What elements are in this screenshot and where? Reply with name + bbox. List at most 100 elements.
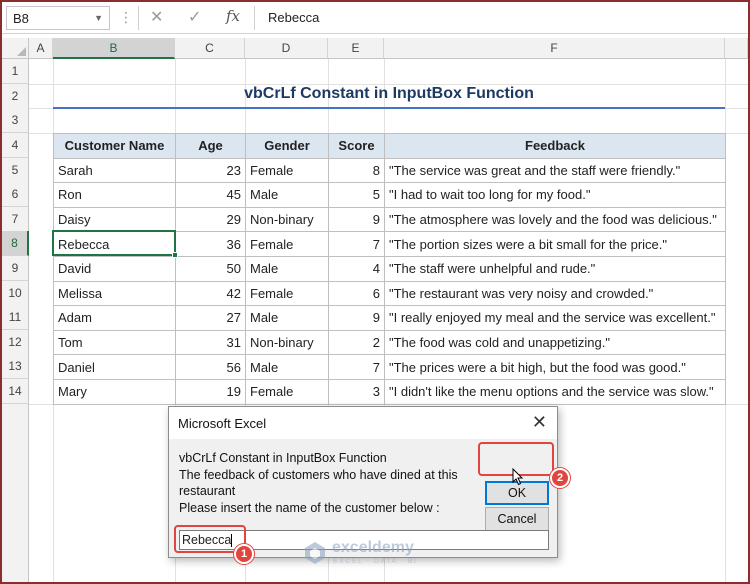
cell-gender[interactable]: Male: [245, 182, 329, 208]
cell-age[interactable]: 19: [175, 378, 246, 405]
cell-score[interactable]: 7: [328, 231, 385, 257]
cell-feedback[interactable]: "The service was great and the staff wer…: [384, 157, 726, 184]
cell-feedback[interactable]: "The atmosphere was lovely and the food …: [384, 206, 726, 233]
select-all-corner[interactable]: [2, 38, 29, 59]
row-header-9[interactable]: 9: [2, 256, 29, 281]
formula-input[interactable]: Rebecca: [258, 6, 746, 30]
dialog-titlebar[interactable]: Microsoft Excel ✕: [169, 407, 557, 439]
cell-score[interactable]: 9: [328, 305, 385, 331]
cell-gender[interactable]: Male: [245, 354, 329, 380]
cell-customer-name[interactable]: Daniel: [53, 354, 176, 380]
cancel-icon[interactable]: ✕: [150, 7, 163, 27]
cell-age[interactable]: 36: [175, 231, 246, 257]
prompt-line: Please insert the name of the customer b…: [179, 500, 440, 515]
cell-customer-name[interactable]: Adam: [53, 305, 176, 331]
table-row: Daniel 56 Male 7 "The prices were a bit high…: [53, 354, 726, 380]
row-header-7[interactable]: 7: [2, 207, 29, 232]
cell-feedback[interactable]: "The food was cold and unappetizing.": [384, 329, 726, 356]
cell-age[interactable]: 56: [175, 354, 246, 380]
row-header-13[interactable]: 13: [2, 354, 29, 379]
cell-age[interactable]: 29: [175, 206, 246, 233]
sheet-title[interactable]: vbCrLf Constant in InputBox Function: [53, 85, 725, 107]
divider: [254, 6, 255, 30]
cell-score[interactable]: 6: [328, 280, 385, 307]
table-row: Ron 45 Male 5 "I had to wait too long for my…: [53, 182, 726, 208]
cell-customer-name[interactable]: Sarah: [53, 157, 176, 184]
row-header-12[interactable]: 12: [2, 330, 29, 355]
title-underline: [53, 107, 725, 109]
cell-feedback[interactable]: "I really enjoyed my meal and the servic…: [384, 305, 726, 331]
cell-customer-name[interactable]: Rebecca: [53, 231, 176, 257]
row-header-10[interactable]: 10: [2, 281, 29, 306]
cell-feedback[interactable]: "I had to wait too long for my food.": [384, 182, 726, 208]
table-row: Tom 31 Non-binary 2 "The food was cold and u…: [53, 329, 726, 356]
column-header-d[interactable]: D: [245, 38, 328, 59]
fx-icon[interactable]: fx: [226, 7, 240, 25]
cell-gender[interactable]: Male: [245, 305, 329, 331]
close-icon[interactable]: ✕: [532, 412, 547, 433]
cell-age[interactable]: 27: [175, 305, 246, 331]
cell-age[interactable]: 42: [175, 280, 246, 307]
cell-age[interactable]: 31: [175, 329, 246, 356]
enter-icon[interactable]: ✓: [188, 7, 201, 27]
table-row: Melissa 42 Female 6 "The restaurant was very…: [53, 280, 726, 307]
header-age[interactable]: Age: [175, 133, 246, 159]
cell-gender[interactable]: Non-binary: [245, 329, 329, 356]
cell-gender[interactable]: Female: [245, 157, 329, 184]
cell-gender[interactable]: Non-binary: [245, 206, 329, 233]
row-header-2[interactable]: 2: [2, 84, 29, 109]
cell-gender[interactable]: Female: [245, 280, 329, 307]
row-header-4[interactable]: 4: [2, 133, 29, 158]
cell-age[interactable]: 50: [175, 255, 246, 282]
drag-handle-icon[interactable]: ⋮: [119, 9, 133, 26]
cell-customer-name[interactable]: Melissa: [53, 280, 176, 307]
cell-gender[interactable]: Male: [245, 255, 329, 282]
cell-feedback[interactable]: "The staff were unhelpful and rude.": [384, 255, 726, 282]
cell-feedback[interactable]: "The prices were a bit high, but the foo…: [384, 354, 726, 380]
row-header-5[interactable]: 5: [2, 158, 29, 183]
header-gender[interactable]: Gender: [245, 133, 329, 159]
input-box-dialog: Microsoft Excel ✕ vbCrLf Constant in Inp…: [168, 406, 558, 558]
cell-customer-name[interactable]: Daisy: [53, 206, 176, 233]
cell-age[interactable]: 23: [175, 157, 246, 184]
row-header-3[interactable]: 3: [2, 108, 29, 133]
column-header-a[interactable]: A: [29, 38, 53, 59]
fill-handle[interactable]: [172, 252, 178, 258]
cell-feedback[interactable]: "The portion sizes were a bit small for …: [384, 231, 726, 257]
column-header-c[interactable]: C: [175, 38, 245, 59]
row-header-1[interactable]: 1: [2, 59, 29, 84]
cell-score[interactable]: 2: [328, 329, 385, 356]
column-header-empty[interactable]: [725, 38, 748, 59]
cell-gender[interactable]: Female: [245, 231, 329, 257]
column-header-f[interactable]: F: [384, 38, 725, 59]
cell-score[interactable]: 9: [328, 206, 385, 233]
cell-feedback[interactable]: "The restaurant was very noisy and crowd…: [384, 280, 726, 307]
table-row: Adam 27 Male 9 "I really enjoyed my meal and…: [53, 305, 726, 331]
cell-customer-name[interactable]: Ron: [53, 182, 176, 208]
row-header-11[interactable]: 11: [2, 305, 29, 330]
cell-score[interactable]: 4: [328, 255, 385, 282]
cell-score[interactable]: 5: [328, 182, 385, 208]
header-feedback[interactable]: Feedback: [384, 133, 726, 159]
cell-age[interactable]: 45: [175, 182, 246, 208]
cell-score[interactable]: 7: [328, 354, 385, 380]
table-row: Sarah 23 Female 8 "The service was great and…: [53, 157, 726, 184]
header-score[interactable]: Score: [328, 133, 385, 159]
row-header-8[interactable]: 8: [2, 231, 29, 256]
column-header-e[interactable]: E: [328, 38, 384, 59]
chevron-down-icon[interactable]: ▼: [94, 13, 103, 23]
cell-customer-name[interactable]: David: [53, 255, 176, 282]
cell-customer-name[interactable]: Tom: [53, 329, 176, 356]
row-header-14[interactable]: 14: [2, 379, 29, 404]
name-box[interactable]: B8 ▼: [6, 6, 110, 30]
cell-gender[interactable]: Female: [245, 378, 329, 405]
cancel-button[interactable]: Cancel: [485, 507, 549, 531]
cell-score[interactable]: 8: [328, 157, 385, 184]
cell-score[interactable]: 3: [328, 378, 385, 405]
column-header-b[interactable]: B: [53, 38, 175, 59]
row-header-6[interactable]: 6: [2, 182, 29, 207]
header-customer-name[interactable]: Customer Name: [53, 133, 176, 159]
cell-customer-name[interactable]: Mary: [53, 378, 176, 405]
customer-table: Customer Name Age Gender Score Feedback …: [53, 133, 726, 405]
cell-feedback[interactable]: "I didn't like the menu options and the …: [384, 378, 726, 405]
